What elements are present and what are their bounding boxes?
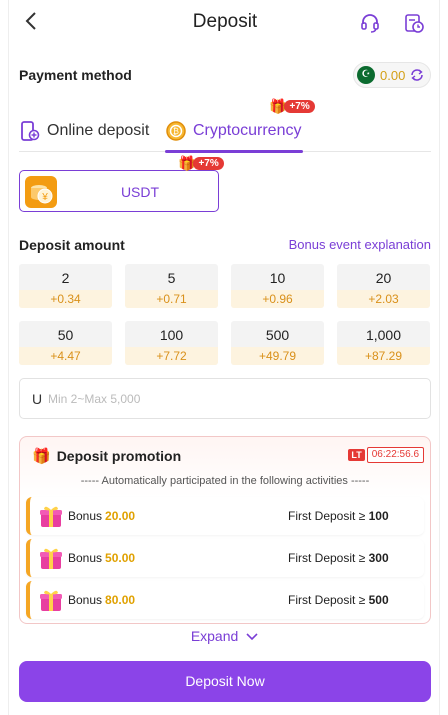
promotion-condition: First Deposit ≥ 300 bbox=[288, 551, 389, 565]
promotion-timer: LT 06:22:56.6 bbox=[348, 447, 424, 463]
amount-value: 20 bbox=[375, 270, 392, 286]
condition-value: 300 bbox=[368, 551, 389, 565]
condition-value: 100 bbox=[368, 509, 389, 523]
amount-value: 1,000 bbox=[365, 327, 402, 343]
limited-time-tag: LT bbox=[348, 449, 365, 461]
expand-button[interactable]: Expand bbox=[9, 628, 441, 644]
promotion-bonus: Bonus 50.00 bbox=[68, 551, 135, 565]
amount-option[interactable]: 5 +0.71 bbox=[125, 264, 218, 308]
amount-input-box[interactable]: U bbox=[19, 378, 431, 419]
amount-bonus: +0.71 bbox=[125, 290, 218, 308]
balance-value: 0.00 bbox=[380, 68, 406, 83]
payment-method-label: Payment method bbox=[19, 67, 132, 83]
condition-text: First Deposit ≥ bbox=[288, 509, 366, 523]
customer-service-icon[interactable] bbox=[359, 12, 381, 34]
payment-method-row: Payment method ☪ 0.00 bbox=[19, 62, 431, 88]
bonus-amount: 20.00 bbox=[105, 509, 136, 523]
amount-input[interactable] bbox=[48, 389, 408, 409]
active-tab-indicator bbox=[165, 150, 303, 153]
svg-text:¥: ¥ bbox=[41, 192, 48, 203]
pakistan-flag-icon: ☪ bbox=[357, 66, 375, 84]
amount-value: 500 bbox=[265, 327, 290, 343]
crypto-bonus-badge: 🎁 +7% bbox=[269, 98, 315, 115]
promotion-subtitle: ----- Automatically participated in the … bbox=[80, 475, 370, 487]
bonus-percent: +7% bbox=[284, 100, 315, 113]
tab-label: Online deposit bbox=[47, 122, 150, 139]
phone-deposit-icon bbox=[21, 121, 40, 141]
countdown: 06:22:56.6 bbox=[366, 447, 424, 463]
svg-text:₿: ₿ bbox=[173, 127, 179, 136]
amount-bonus: +0.34 bbox=[19, 290, 112, 308]
promotion-header: 🎁 Deposit promotion bbox=[32, 447, 181, 465]
gift-box-icon bbox=[40, 506, 62, 527]
usdt-label: USDT bbox=[120, 184, 160, 200]
promotion-item: Bonus 20.00 First Deposit ≥ 100 bbox=[26, 497, 424, 535]
amount-value: 2 bbox=[61, 270, 70, 286]
tab-label: Cryptocurrency bbox=[193, 122, 302, 139]
amount-option[interactable]: 2 +0.34 bbox=[19, 264, 112, 308]
bonus-label: Bonus bbox=[68, 593, 103, 607]
bonus-label: Bonus bbox=[68, 551, 103, 565]
amount-option[interactable]: 10 +0.96 bbox=[231, 264, 324, 308]
usdt-bonus-badge: 🎁 +7% bbox=[178, 155, 224, 172]
usdt-option[interactable]: ¥ USDT 🎁 +7% bbox=[19, 155, 224, 212]
bonus-percent: +7% bbox=[193, 157, 224, 170]
amount-bonus: +4.47 bbox=[19, 347, 112, 365]
deposit-records-icon[interactable] bbox=[403, 12, 425, 34]
bonus-event-link[interactable]: Bonus event explanation bbox=[289, 237, 431, 252]
header: Deposit bbox=[9, 0, 441, 46]
amount-option[interactable]: 20 +2.03 bbox=[337, 264, 430, 308]
gift-box-icon bbox=[40, 548, 62, 569]
expand-label: Expand bbox=[190, 628, 239, 644]
gift-icon: 🎁 bbox=[32, 448, 51, 465]
amount-value: 5 bbox=[167, 270, 176, 286]
amount-option[interactable]: 500 +49.79 bbox=[231, 321, 324, 365]
crypto-coin-icon: ₿ bbox=[166, 121, 186, 141]
balance-widget: ☪ 0.00 bbox=[353, 62, 431, 88]
promotion-title: Deposit promotion bbox=[56, 448, 182, 464]
promotion-item: Bonus 50.00 First Deposit ≥ 300 bbox=[26, 539, 424, 577]
amount-option[interactable]: 50 +4.47 bbox=[19, 321, 112, 365]
amount-bonus: +87.29 bbox=[337, 347, 430, 365]
amount-bonus: +49.79 bbox=[231, 347, 324, 365]
amount-bonus: +2.03 bbox=[337, 290, 430, 308]
currency-prefix: U bbox=[32, 391, 43, 407]
promotion-condition: First Deposit ≥ 100 bbox=[288, 509, 389, 523]
amount-option[interactable]: 1,000 +87.29 bbox=[337, 321, 430, 365]
bonus-amount: 50.00 bbox=[105, 551, 136, 565]
amount-bonus: +7.72 bbox=[125, 347, 218, 365]
amount-value: 10 bbox=[269, 270, 286, 286]
tab-cryptocurrency[interactable]: ₿ Cryptocurrency bbox=[165, 110, 301, 152]
amount-value: 50 bbox=[57, 327, 74, 343]
promotion-condition: First Deposit ≥ 500 bbox=[288, 593, 389, 607]
condition-text: First Deposit ≥ bbox=[288, 593, 366, 607]
promotion-bonus: Bonus 20.00 bbox=[68, 509, 135, 523]
deposit-promotion: 🎁 Deposit promotion LT 06:22:56.6 ----- … bbox=[19, 436, 431, 624]
deposit-now-button[interactable]: Deposit Now bbox=[19, 661, 431, 702]
amount-value: 100 bbox=[159, 327, 184, 343]
gift-box-icon bbox=[40, 590, 62, 611]
amount-bonus: +0.96 bbox=[231, 290, 324, 308]
usdt-coin-icon: ¥ bbox=[25, 176, 57, 208]
tab-online-deposit[interactable]: Online deposit bbox=[19, 110, 149, 152]
amount-option[interactable]: 100 +7.72 bbox=[125, 321, 218, 365]
condition-value: 500 bbox=[368, 593, 389, 607]
condition-text: First Deposit ≥ bbox=[288, 551, 366, 565]
deposit-amount-row: Deposit amount Bonus event explanation bbox=[19, 236, 431, 256]
chevron-down-icon bbox=[246, 633, 258, 641]
deposit-amount-label: Deposit amount bbox=[19, 237, 125, 253]
promotion-item: Bonus 80.00 First Deposit ≥ 500 bbox=[26, 581, 424, 619]
deposit-tabs: Online deposit ₿ Cryptocurrency 🎁 +7% bbox=[19, 98, 431, 153]
promotion-bonus: Bonus 80.00 bbox=[68, 593, 135, 607]
refresh-icon[interactable] bbox=[408, 66, 426, 84]
bonus-amount: 80.00 bbox=[105, 593, 136, 607]
deposit-page: Deposit Payment method ☪ 0.00 Online dep… bbox=[8, 0, 440, 715]
bonus-label: Bonus bbox=[68, 509, 103, 523]
